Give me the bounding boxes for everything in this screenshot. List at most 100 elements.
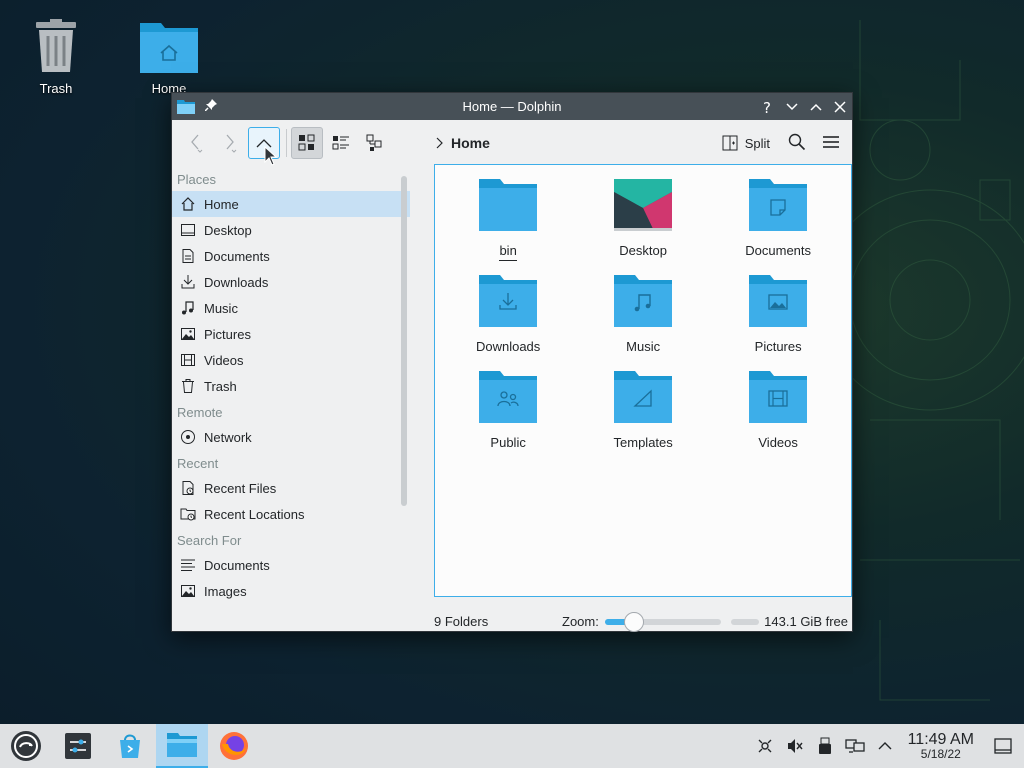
- folder-name: Desktop: [619, 243, 667, 258]
- minimize-icon[interactable]: [784, 99, 800, 115]
- public-folder-icon: [479, 371, 538, 423]
- folder-music[interactable]: Music: [576, 274, 711, 370]
- dolphin-app-icon: [177, 99, 195, 114]
- folder-name: Music: [626, 339, 661, 354]
- chevron-right-icon: [226, 134, 237, 153]
- pictures-folder-icon: [749, 275, 808, 327]
- search-images-icon: [179, 582, 197, 600]
- breadcrumb[interactable]: Home: [435, 135, 490, 151]
- close-icon[interactable]: [832, 99, 848, 115]
- downloads-icon: [179, 273, 197, 291]
- breadcrumb-chevron-icon: [436, 137, 443, 149]
- maximize-icon[interactable]: [808, 99, 824, 115]
- details-view-icon: [366, 134, 382, 151]
- downloads-folder-icon: [479, 275, 538, 327]
- hamburger-menu-button[interactable]: [822, 135, 840, 152]
- network-wired-icon[interactable]: [840, 737, 870, 755]
- trash-icon: [179, 377, 197, 395]
- sidebar-item-videos[interactable]: Videos: [172, 347, 410, 373]
- search-button[interactable]: [788, 133, 806, 154]
- home-icon: [179, 195, 197, 213]
- breadcrumb-home[interactable]: Home: [451, 135, 490, 151]
- dolphin-folder-icon: [167, 733, 197, 757]
- usb-device-icon[interactable]: [810, 737, 840, 755]
- sidebar-item-label: Pictures: [204, 326, 251, 342]
- clock-date: 5/18/22: [920, 747, 961, 761]
- sidebar-item-music[interactable]: Music: [172, 295, 410, 321]
- sidebar-item-label: Network: [204, 429, 252, 445]
- sidebar-item-search-images[interactable]: Images: [172, 578, 410, 604]
- folder-desktop[interactable]: Desktop: [576, 178, 711, 274]
- recent-files-icon: [179, 479, 197, 497]
- folder-bin[interactable]: bin: [441, 178, 576, 274]
- back-button[interactable]: [180, 127, 212, 159]
- folder-documents[interactable]: Documents: [711, 178, 846, 274]
- sidebar-item-label: Music: [204, 300, 238, 316]
- task-dolphin[interactable]: [156, 724, 208, 768]
- hamburger-menu-icon: [823, 135, 839, 148]
- titlebar[interactable]: Home — Dolphin ?: [172, 93, 852, 120]
- clock-time: 11:49 AM: [907, 731, 974, 748]
- sidebar-item-downloads[interactable]: Downloads: [172, 269, 410, 295]
- task-system-settings[interactable]: [52, 724, 104, 768]
- pin-icon[interactable]: [204, 99, 217, 114]
- sidebar-item-network[interactable]: Network: [172, 424, 410, 450]
- show-desktop-button[interactable]: [988, 738, 1018, 754]
- zoom-control: Zoom:: [562, 611, 721, 632]
- taskbar: 11:49 AM 5/18/22: [0, 724, 1024, 768]
- sidebar-item-search-documents[interactable]: Documents: [172, 552, 410, 578]
- search-icon: [788, 133, 806, 150]
- sidebar-item-label: Recent Locations: [204, 506, 305, 522]
- application-launcher[interactable]: [0, 724, 52, 768]
- folder-name: bin: [499, 243, 517, 261]
- documents-folder-icon: [749, 179, 808, 231]
- folder-templates[interactable]: Templates: [576, 370, 711, 466]
- folder-name: Pictures: [754, 339, 802, 354]
- desktop-trash[interactable]: Trash: [11, 12, 101, 96]
- volume-muted-icon[interactable]: [780, 737, 810, 755]
- task-discover[interactable]: [104, 724, 156, 768]
- zoom-slider-handle[interactable]: [623, 611, 644, 632]
- show-hidden-icons-button[interactable]: [870, 741, 900, 751]
- kde-connect-icon[interactable]: [750, 737, 780, 755]
- compact-view-button[interactable]: [325, 127, 357, 159]
- opensuse-launcher-icon: [11, 731, 41, 761]
- zoom-slider[interactable]: [604, 611, 721, 632]
- task-firefox[interactable]: [208, 724, 260, 768]
- free-space-bar: [731, 618, 759, 625]
- desktop-home[interactable]: Home: [124, 12, 214, 96]
- file-view[interactable]: bin Desktop Documents Downloads Music Pi…: [433, 164, 852, 597]
- folder-videos[interactable]: Videos: [711, 370, 846, 466]
- sidebar-item-pictures[interactable]: Pictures: [172, 321, 410, 347]
- sidebar-item-recent-locations[interactable]: Recent Locations: [172, 501, 410, 527]
- sidebar-item-label: Videos: [204, 352, 244, 368]
- split-button[interactable]: Split: [722, 135, 770, 151]
- desktop-icon: [179, 221, 197, 239]
- details-view-button[interactable]: [359, 127, 391, 159]
- icons-view-button[interactable]: [291, 127, 323, 159]
- documents-icon: [179, 247, 197, 265]
- forward-button[interactable]: [214, 127, 246, 159]
- sidebar-item-trash[interactable]: Trash: [172, 373, 410, 399]
- sidebar-item-documents[interactable]: Documents: [172, 243, 410, 269]
- videos-folder-icon: [749, 371, 808, 423]
- folder-public[interactable]: Public: [441, 370, 576, 466]
- sidebar-item-recent-files[interactable]: Recent Files: [172, 475, 410, 501]
- window-title: Home — Dolphin: [462, 99, 562, 114]
- places-scrollbar[interactable]: [398, 166, 410, 606]
- folder-pictures[interactable]: Pictures: [711, 274, 846, 370]
- network-icon: [179, 428, 197, 446]
- recent-locations-icon: [179, 505, 197, 523]
- status-bar: 9 Folders Zoom: 143.1 GiB free: [172, 606, 852, 637]
- sidebar-item-desktop[interactable]: Desktop: [172, 217, 410, 243]
- home-folder-icon: [140, 23, 198, 73]
- folder-downloads[interactable]: Downloads: [441, 274, 576, 370]
- help-icon[interactable]: ?: [760, 99, 776, 115]
- digital-clock[interactable]: 11:49 AM 5/18/22: [908, 731, 974, 761]
- section-places: Places: [177, 172, 217, 187]
- sidebar-item-label: Documents: [204, 557, 270, 573]
- music-folder-icon: [614, 275, 673, 327]
- zoom-label: Zoom:: [562, 614, 599, 629]
- sidebar-item-home[interactable]: Home: [172, 191, 410, 217]
- section-search-for: Search For: [177, 533, 242, 548]
